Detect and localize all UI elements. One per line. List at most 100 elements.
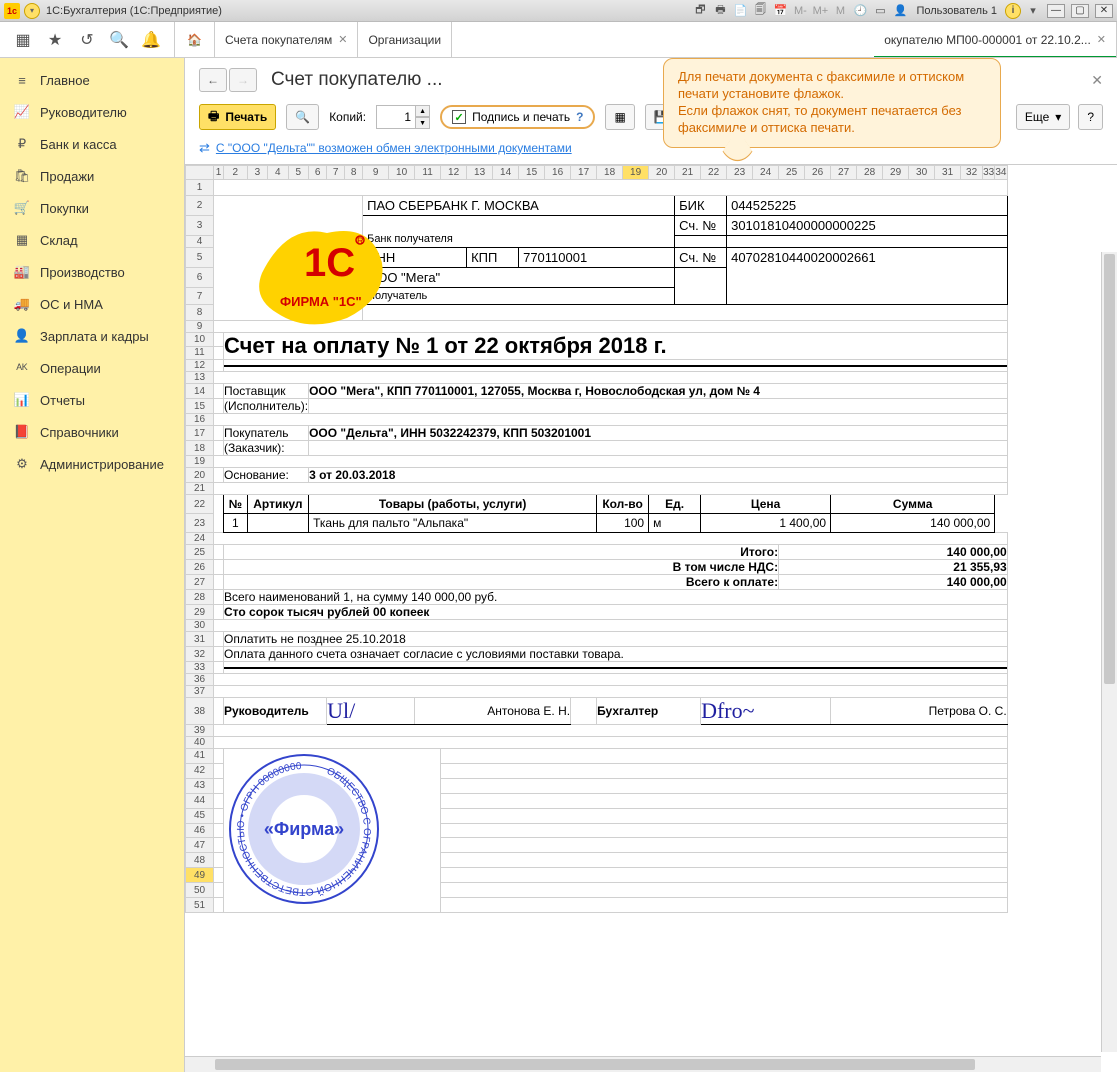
preview-icon: 🔍 [295, 110, 310, 124]
history-icon[interactable]: ↺ [78, 31, 96, 49]
horizontal-scrollbar[interactable] [185, 1056, 1101, 1072]
acc-label: Сч. № [675, 216, 727, 236]
favorite-icon[interactable]: ★ [46, 31, 64, 49]
edo-link[interactable]: С "ООО "Дельта"" возможен обмен электрон… [216, 141, 572, 155]
bik-value: 044525225 [727, 196, 1008, 216]
checkbox-icon[interactable]: ✓ [452, 110, 466, 124]
tb-compare-icon[interactable]: 🗐 [752, 3, 768, 19]
back-button[interactable]: ← [199, 68, 227, 92]
tb-m[interactable]: M [832, 3, 848, 19]
tb-m-plus[interactable]: M+ [812, 3, 828, 19]
preview-button[interactable]: 🔍 [286, 104, 319, 130]
acc-label2: Сч. № [675, 248, 727, 268]
svg-text:1С: 1С [304, 241, 355, 285]
payee-name: ООО "Мега" [363, 268, 675, 288]
total-value: 140 000,00 [779, 575, 1008, 590]
tb-panel-icon[interactable]: ▭ [872, 3, 888, 19]
supplier-label: Поставщик [224, 384, 309, 399]
nav-panel: ≡Главное 📈Руководителю ₽Банк и касса 🛍Пр… [0, 58, 185, 1072]
nav-main[interactable]: ≡Главное [0, 64, 184, 96]
deadline: Оплатить не позднее 25.10.2018 [224, 632, 1008, 647]
tab-accounts-label: Счета покупателям [225, 33, 332, 47]
tab-orgs[interactable]: Организации [358, 22, 452, 57]
spinner-up[interactable]: ▲ [416, 105, 430, 117]
tab-close-icon[interactable]: ✕ [1097, 33, 1106, 46]
nav-warehouse[interactable]: ▦Склад [0, 224, 184, 256]
help-icon[interactable]: ? [576, 110, 583, 124]
cart-icon: 🛒 [14, 200, 30, 216]
apps-icon[interactable]: ▦ [14, 31, 32, 49]
ops-icon: ᴬᴷ [14, 360, 30, 376]
spinner-down[interactable]: ▼ [416, 117, 430, 129]
close-window-button[interactable]: ✕ [1095, 4, 1113, 18]
buyer-value: ООО "Дельта", ИНН 5032242379, КПП 503201… [309, 426, 1008, 441]
nav-reports[interactable]: 📊Отчеты [0, 384, 184, 416]
nav-admin[interactable]: ⚙Администрирование [0, 448, 184, 480]
help-label: ? [1087, 110, 1094, 124]
tab-home[interactable]: 🏠 [175, 22, 215, 57]
tab-invoice[interactable]: окупателю МП00-000001 от 22.10.2...✕ [874, 22, 1117, 57]
quick-icons: ▦ ★ ↺ 🔍 🔔 [0, 22, 175, 57]
info-button[interactable]: i [1005, 3, 1021, 19]
svg-text:«Фирма»: «Фирма» [264, 819, 344, 839]
search-icon[interactable]: 🔍 [110, 31, 128, 49]
copies-label: Копий: [329, 110, 366, 124]
tb-clock-icon[interactable]: 🕘 [852, 3, 868, 19]
bank-name: ПАО СБЕРБАНК Г. МОСКВА [363, 196, 675, 216]
print-button[interactable]: 🖶 Печать [199, 104, 276, 130]
tb-m-minus[interactable]: M- [792, 3, 808, 19]
total-label: Всего к оплате: [224, 575, 779, 590]
edit-button[interactable]: ▦ [605, 104, 634, 130]
copies-spinner[interactable]: ▲▼ [376, 105, 430, 129]
print-label: Печать [225, 110, 267, 124]
spreadsheet[interactable]: 1234567891011121314151617181920212223242… [185, 164, 1117, 1072]
tb-calc-icon[interactable]: 📅 [772, 3, 788, 19]
nav-assets[interactable]: 🚚ОС и НМА [0, 288, 184, 320]
tb-print-icon[interactable]: 🖶 [712, 3, 728, 19]
table-edit-icon: ▦ [614, 110, 625, 124]
close-page-button[interactable]: ✕ [1091, 72, 1103, 89]
bell-icon[interactable]: 🔔 [142, 31, 160, 49]
nav-hr[interactable]: 👤Зарплата и кадры [0, 320, 184, 352]
nav-label: Покупки [40, 201, 89, 216]
tb-icon-1[interactable]: 🗗 [692, 3, 708, 19]
printer-icon: 🖶 [208, 107, 219, 128]
tb-doc-icon[interactable]: 📄 [732, 3, 748, 19]
accountant-name: Петрова О. С. [831, 698, 1008, 725]
vertical-scrollbar[interactable] [1101, 252, 1117, 1052]
maximize-button[interactable]: ▢ [1071, 4, 1089, 18]
nds-value: 21 355,93 [779, 560, 1008, 575]
person-icon: 👤 [14, 328, 30, 344]
tab-close-icon[interactable]: ✕ [338, 33, 347, 46]
current-user[interactable]: Пользователь 1 [912, 5, 1001, 17]
help-button[interactable]: ? [1078, 104, 1103, 130]
ruble-icon: ₽ [14, 136, 30, 152]
more-button[interactable]: Еще ▾ [1016, 104, 1070, 130]
base-label: Основание: [224, 468, 309, 483]
info-dropdown[interactable]: ▾ [1025, 3, 1041, 19]
items-header: 22 №АртикулТовары (работы, услуги)Кол-во… [186, 495, 1008, 514]
nav-sales[interactable]: 🛍Продажи [0, 160, 184, 192]
nav-production[interactable]: 🏭 Производство [0, 256, 184, 288]
nav-directories[interactable]: 📕Справочники [0, 416, 184, 448]
callout-line2: Если флажок снят, то документ печатается… [678, 103, 986, 137]
nav-operations[interactable]: ᴬᴷОперации [0, 352, 184, 384]
nav-label: Руководителю [40, 105, 127, 120]
menu-icon: ≡ [14, 72, 30, 88]
factory-icon: 🏭 [14, 264, 30, 280]
nav-manager[interactable]: 📈Руководителю [0, 96, 184, 128]
signature-stamp-option[interactable]: ✓ Подпись и печать ? [440, 105, 595, 129]
copies-input[interactable] [376, 105, 416, 129]
nav-label: Продажи [40, 169, 94, 184]
forward-button[interactable]: → [229, 68, 257, 92]
nav-bank[interactable]: ₽Банк и касса [0, 128, 184, 160]
tab-accounts[interactable]: Счета покупателям ✕ [215, 22, 359, 57]
minimize-button[interactable]: — [1047, 4, 1065, 18]
acc1-value: 30101810400000000225 [727, 216, 1008, 236]
app-menu-dropdown[interactable]: ▾ [24, 3, 40, 19]
buyer-label2: (Заказчик): [224, 441, 309, 456]
nav-label: Производство [40, 265, 125, 280]
titlebar: 1c ▾ 1С:Бухгалтерия (1С:Предприятие) 🗗 🖶… [0, 0, 1117, 22]
nav-purchases[interactable]: 🛒 Покупки [0, 192, 184, 224]
terms: Оплата данного счета означает согласие с… [224, 647, 1008, 662]
